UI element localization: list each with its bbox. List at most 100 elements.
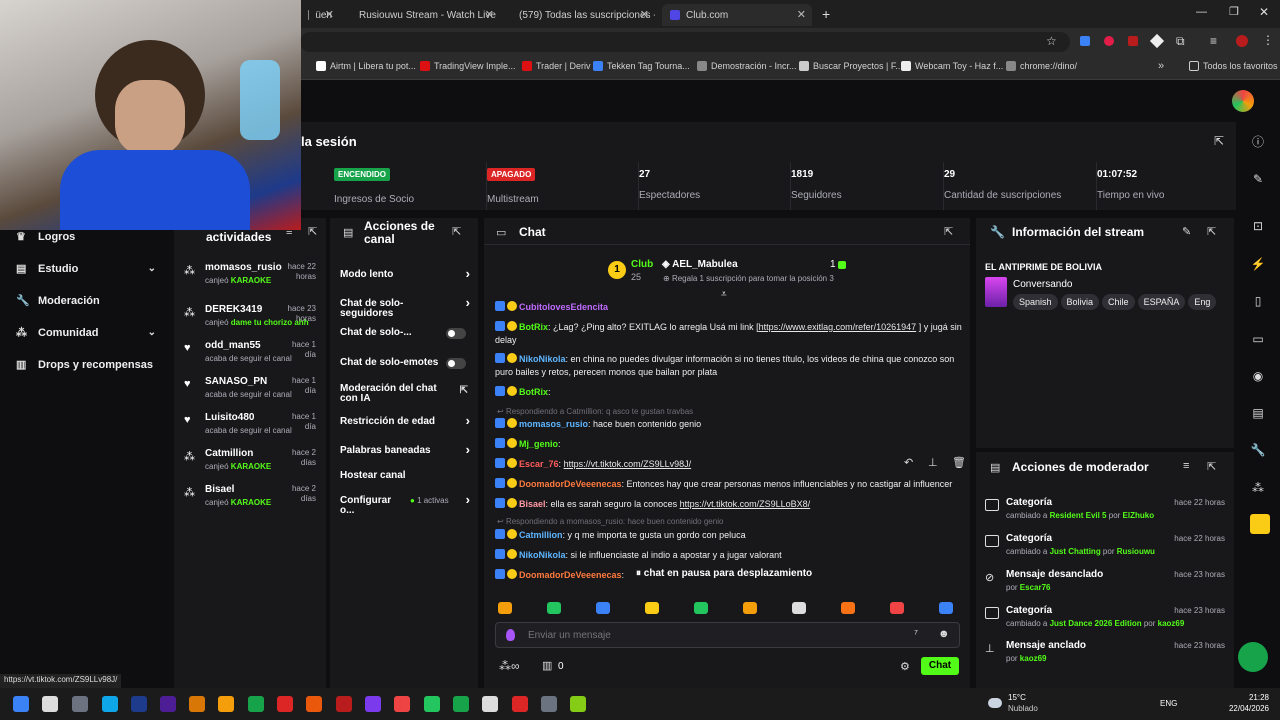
- expand-icon[interactable]: ⇱: [944, 225, 953, 238]
- document-icon[interactable]: ▯: [1250, 293, 1266, 309]
- channel-action-item[interactable]: Chat de solo-emotes: [340, 358, 470, 369]
- chevron-right-icon[interactable]: ›: [466, 414, 470, 427]
- menu-list-icon[interactable]: ≡: [1210, 34, 1217, 48]
- channel-action-item[interactable]: Restricción de edad ›: [340, 414, 470, 427]
- chevron-down-icon[interactable]: ⌄: [148, 263, 156, 274]
- stream-tag[interactable]: Chile: [1102, 294, 1135, 310]
- activity-item[interactable]: ♥ Luisito480 hace 1 día acaba de seguir el …: [184, 412, 320, 435]
- minimize-window-icon[interactable]: —: [1196, 6, 1207, 18]
- chat-link[interactable]: https://vt.tiktok.com/ZS9LLv98J/: [564, 459, 692, 469]
- chat-username[interactable]: NikoNikola: [519, 354, 566, 364]
- channel-action-item[interactable]: Chat de solo-...: [340, 328, 470, 339]
- flash-icon[interactable]: ⚡: [1250, 256, 1266, 272]
- wrench-icon[interactable]: 🔧: [1250, 442, 1266, 458]
- chat-link[interactable]: https://vt.tiktok.com/ZS9LLoBX8/: [680, 499, 811, 509]
- channel-action-item[interactable]: Palabras baneadas ›: [340, 443, 470, 456]
- emote-icon[interactable]: [743, 602, 757, 614]
- extension-icon[interactable]: [1080, 36, 1090, 46]
- close-tab-icon[interactable]: ✕: [797, 8, 806, 21]
- bookmark-item[interactable]: Webcam Toy - Haz f...: [901, 61, 1003, 71]
- chevron-down-icon[interactable]: ⌄: [148, 327, 156, 338]
- taskbar-app-icon[interactable]: [131, 696, 147, 712]
- toggle-switch[interactable]: [446, 328, 466, 339]
- chat-username[interactable]: NikoNikola: [519, 550, 566, 560]
- taskbar-app-icon[interactable]: [570, 696, 586, 712]
- expand-icon[interactable]: ⇱: [1207, 460, 1216, 473]
- close-window-icon[interactable]: ✕: [1259, 5, 1269, 19]
- taskbar-app-icon[interactable]: [277, 696, 293, 712]
- new-tab-button[interactable]: +: [822, 6, 830, 22]
- channel-action-item[interactable]: Hostear canal: [340, 471, 470, 481]
- close-tab-icon[interactable]: ✕: [640, 8, 649, 21]
- chat-username[interactable]: BotRix: [519, 322, 548, 332]
- chat-username[interactable]: DoomadorDeVeeenecas: [519, 479, 622, 489]
- info-icon[interactable]: ⓘ: [1250, 133, 1266, 149]
- taskbar-app-icon[interactable]: [482, 696, 498, 712]
- emote-icon[interactable]: [694, 602, 708, 614]
- profile-avatar[interactable]: [1236, 35, 1248, 47]
- chat-message[interactable]: Bisael: ella es sarah seguro la conoces …: [495, 498, 965, 511]
- bookmark-item[interactable]: chrome://dino/: [1006, 61, 1077, 71]
- taskbar-app-icon[interactable]: [365, 696, 381, 712]
- stream-tag[interactable]: Spanish: [1013, 294, 1058, 310]
- chat-username[interactable]: Bisael: [519, 499, 546, 509]
- gift-widget-icon[interactable]: [1250, 514, 1270, 534]
- address-field[interactable]: [300, 32, 1070, 52]
- chat-username[interactable]: Escar_76: [519, 459, 559, 469]
- chat-username[interactable]: Mj_genio: [519, 439, 558, 449]
- filter-icon[interactable]: ≡: [1183, 460, 1189, 472]
- activity-item[interactable]: ♥ odd_man55 hace 1 día acaba de seguir el c…: [184, 340, 320, 363]
- activity-item[interactable]: ⁂ DEREK3419 hace 23 horas canjeó dame tu ch…: [184, 304, 320, 327]
- chat-link[interactable]: https://www.exitlag.com/refer/10261947: [759, 322, 917, 332]
- chat-username[interactable]: Catmillion: [519, 530, 563, 540]
- layout-icon[interactable]: ⊡: [1250, 218, 1266, 234]
- emote-icon[interactable]: [939, 602, 953, 614]
- sidebar-item-logros[interactable]: ♛ Logros: [16, 230, 156, 244]
- chat-username[interactable]: BotRix: [519, 387, 548, 397]
- user-avatar[interactable]: [1232, 90, 1254, 112]
- stream-category[interactable]: Conversando: [1013, 279, 1072, 290]
- sidebar-item-drops[interactable]: ▥ Drops y recompensas: [16, 358, 156, 372]
- taskbar-app-icon[interactable]: [218, 696, 234, 712]
- search-icon[interactable]: [42, 696, 58, 712]
- taskbar-app-icon[interactable]: [336, 696, 352, 712]
- chat-input-box[interactable]: ⁷ ☻: [495, 622, 960, 648]
- browser-tab[interactable]: Rusiouwu Stream - Watch Live ✕: [345, 4, 500, 26]
- taskbar-app-icon[interactable]: [102, 696, 118, 712]
- browser-tab[interactable]: Club.com ✕: [662, 4, 812, 26]
- chat-message[interactable]: Catmillion: y q me importa te gusta un g…: [495, 529, 965, 542]
- chat-message[interactable]: DoomadorDeVeeenecas: Entonces hay que cr…: [495, 478, 965, 491]
- expand-icon[interactable]: ⇱: [308, 225, 317, 238]
- taskbar-app-icon[interactable]: [248, 696, 264, 712]
- sidebar-item-estudio[interactable]: ▤ Estudio ⌄: [16, 262, 156, 276]
- broadcast-icon[interactable]: ◉: [1250, 368, 1266, 384]
- extension-icon[interactable]: [1104, 36, 1114, 46]
- clock-date[interactable]: 22/04/2026: [1219, 704, 1269, 713]
- bookmark-item[interactable]: Airtm | Libera tu pot...: [316, 61, 416, 71]
- windows-start-icon[interactable]: [13, 696, 29, 712]
- expand-icon[interactable]: ⇱: [1207, 225, 1216, 238]
- chat-message[interactable]: Mj_genio:: [495, 438, 965, 451]
- chevron-right-icon[interactable]: ›: [466, 493, 470, 506]
- kebab-menu-icon[interactable]: ⋮: [1262, 33, 1274, 47]
- collapse-down-icon[interactable]: ⩡: [721, 289, 727, 300]
- chat-message[interactable]: Escar_76: https://vt.tiktok.com/ZS9LLv98…: [495, 458, 965, 471]
- chevron-right-icon[interactable]: ›: [466, 443, 470, 456]
- edit-icon[interactable]: ✎: [1250, 171, 1266, 187]
- sidebar-item-moderación[interactable]: 🔧 Moderación: [16, 294, 156, 308]
- taskbar-app-icon[interactable]: [394, 696, 410, 712]
- taskbar-app-icon[interactable]: [72, 696, 88, 712]
- close-tab-icon[interactable]: ✕: [325, 8, 334, 21]
- expand-icon[interactable]: ⇱: [1214, 134, 1224, 148]
- bookmark-item[interactable]: Tekken Tag Tourna...: [593, 61, 690, 71]
- stream-tag[interactable]: Bolivia: [1060, 294, 1100, 310]
- extension-icon[interactable]: [1128, 36, 1138, 46]
- list-icon[interactable]: ▤: [1250, 405, 1266, 421]
- browser-tab[interactable]: üen ✕: [300, 4, 340, 26]
- activity-item[interactable]: ⁂ Catmillion hace 2 días canjeó KARAOKE: [184, 448, 320, 471]
- taskbar-app-icon[interactable]: [306, 696, 322, 712]
- club-label[interactable]: Club: [631, 259, 653, 270]
- chat-message[interactable]: BotRix:: [495, 386, 965, 399]
- chevron-right-icon[interactable]: ›: [466, 296, 470, 309]
- all-bookmarks[interactable]: Todos los favoritos: [1189, 61, 1278, 71]
